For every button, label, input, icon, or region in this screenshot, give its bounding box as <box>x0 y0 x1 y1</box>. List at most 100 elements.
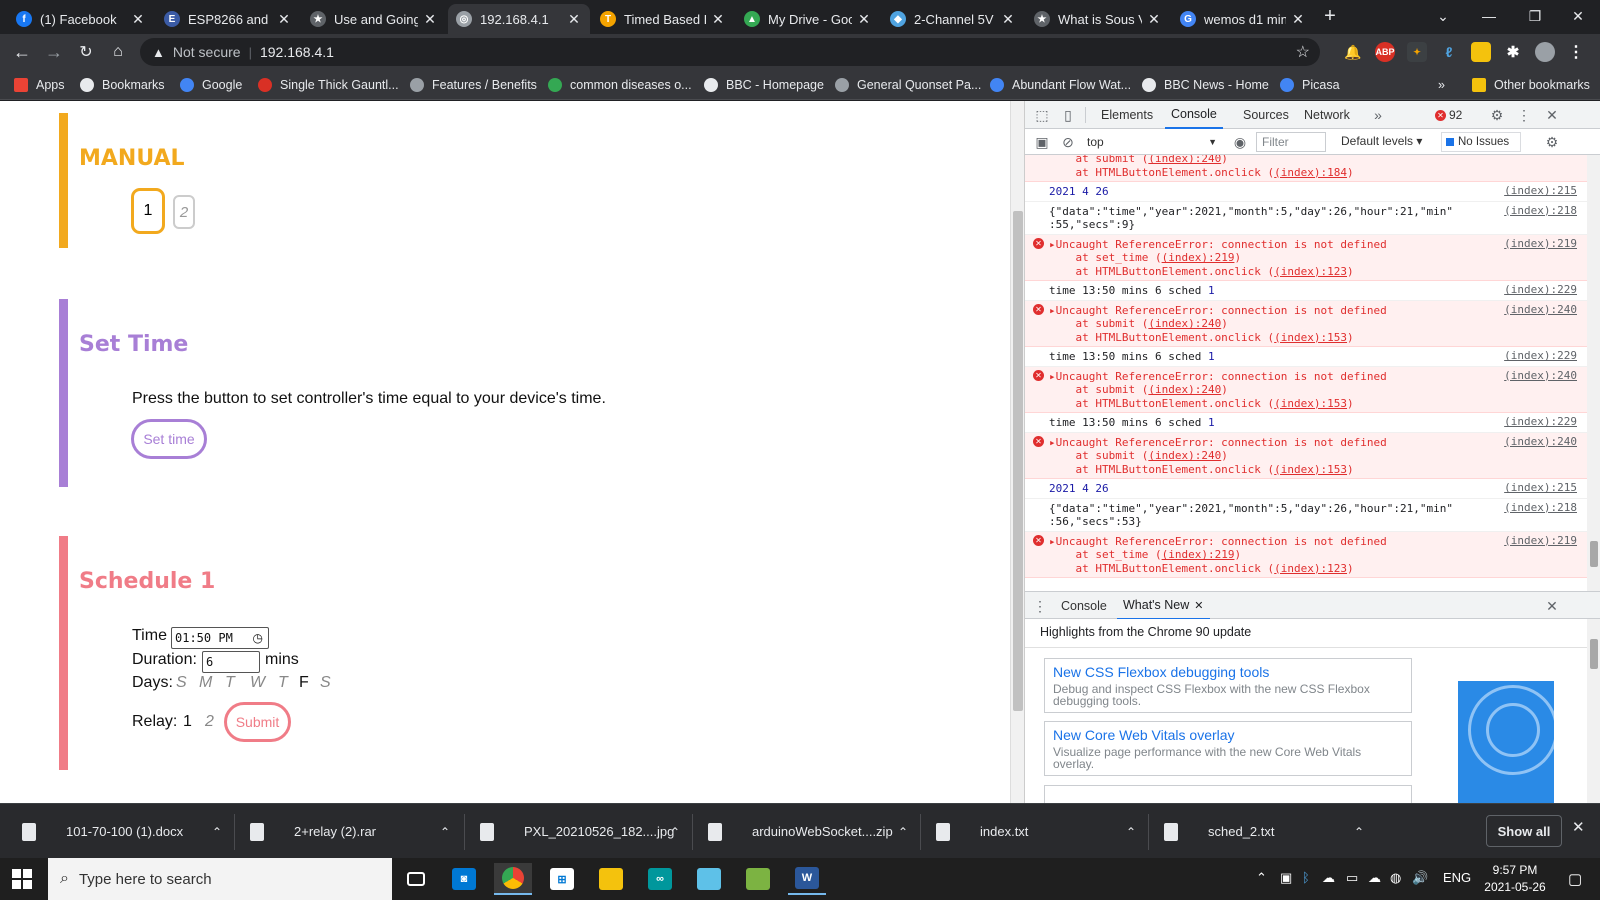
drawer-menu-icon[interactable]: ⋮ <box>1031 597 1049 615</box>
browser-tab[interactable]: ★ What is Sous Vi ✕ <box>1026 4 1170 34</box>
bookmark-item[interactable]: BBC - Homepage <box>704 76 824 94</box>
chevron-up-icon[interactable]: ⌃ <box>1354 825 1364 839</box>
set-time-button[interactable]: Set time <box>131 419 207 459</box>
tab-network[interactable]: Network <box>1304 101 1350 129</box>
console-source-link[interactable]: (index):219 <box>1504 534 1577 547</box>
battery-icon[interactable]: ▭ <box>1346 870 1358 886</box>
duration-input[interactable]: 6 <box>202 651 260 673</box>
windows-start-icon[interactable] <box>12 869 32 889</box>
download-item[interactable]: index.txt ⌃ <box>936 804 1136 859</box>
source-link[interactable]: (index):240 <box>1148 155 1221 165</box>
source-link[interactable]: (index):153 <box>1274 331 1347 344</box>
console-source-link[interactable]: (index):219 <box>1504 237 1577 250</box>
console-settings-icon[interactable]: ⚙ <box>1543 133 1561 151</box>
maximize-icon[interactable]: ❐ <box>1512 0 1558 32</box>
task-view-icon[interactable] <box>397 863 435 895</box>
console-source-link[interactable]: (index):229 <box>1504 349 1577 362</box>
bookmark-item[interactable]: BBC News - Home <box>1142 76 1269 94</box>
whats-new-card[interactable] <box>1044 785 1412 803</box>
store-icon[interactable]: ⊞ <box>543 863 581 895</box>
close-downloads-icon[interactable]: ✕ <box>1572 818 1585 836</box>
bookmark-item[interactable]: Google <box>180 76 242 94</box>
source-link[interactable]: (index):184 <box>1274 166 1347 179</box>
source-link[interactable]: (index):219 <box>1162 548 1235 561</box>
console-source-link[interactable]: (index):240 <box>1504 369 1577 382</box>
day-toggle[interactable]: M <box>199 674 212 692</box>
bookmark-item[interactable]: Single Thick Gauntl... <box>258 76 399 94</box>
bluetooth-icon[interactable]: ᛒ <box>1302 870 1310 885</box>
close-icon[interactable]: ✕ <box>1146 11 1162 28</box>
eye-icon[interactable]: ◉ <box>1231 133 1249 151</box>
gear-icon[interactable]: ⚙ <box>1488 106 1506 124</box>
show-all-button[interactable]: Show all <box>1486 815 1562 847</box>
console-source-link[interactable]: (index):215 <box>1504 184 1577 197</box>
extension-icon[interactable]: ℓ <box>1439 42 1459 62</box>
chevron-up-icon[interactable]: ⌃ <box>440 825 450 839</box>
console-source-link[interactable]: (index):240 <box>1504 303 1577 316</box>
bookmark-item[interactable]: Bookmarks <box>80 76 165 94</box>
close-icon[interactable]: ✕ <box>1543 106 1561 124</box>
close-icon[interactable]: ✕ <box>1000 11 1016 28</box>
close-icon[interactable]: ✕ <box>1194 599 1203 612</box>
page-scrollbar[interactable] <box>1010 101 1024 803</box>
bookmark-item[interactable]: Picasa <box>1280 76 1340 94</box>
download-item[interactable]: sched_2.txt ⌃ <box>1164 804 1364 859</box>
bookmark-item[interactable]: General Quonset Pa... <box>835 76 981 94</box>
browser-tab[interactable]: f (1) Facebook ✕ <box>8 4 154 34</box>
whats-new-card[interactable]: New Core Web Vitals overlay Visualize pa… <box>1044 721 1412 776</box>
camera-app-icon[interactable]: ◙ <box>445 863 483 895</box>
day-toggle[interactable]: F <box>299 674 309 692</box>
device-toolbar-icon[interactable]: ▯ <box>1059 106 1077 124</box>
onedrive-icon[interactable]: ☁ <box>1322 870 1335 886</box>
reload-icon[interactable]: ↻ <box>72 38 100 66</box>
browser-tab[interactable]: Gwemos d1 mini ✕ <box>1172 4 1314 34</box>
browser-tab[interactable]: E ESP8266 and DS✕ <box>156 4 300 34</box>
submit-button[interactable]: Submit <box>224 702 291 742</box>
log-levels-select[interactable]: Default levels ▾ <box>1341 134 1422 148</box>
manual-relay-2-button[interactable]: 2 <box>173 195 195 229</box>
filter-input[interactable]: Filter <box>1256 132 1326 152</box>
error-counter[interactable]: ✕ 92 <box>1435 106 1462 124</box>
browser-tab[interactable]: ★ Use and Going ✕ <box>302 4 446 34</box>
bookmark-item[interactable]: common diseases o... <box>548 76 692 94</box>
network-icon[interactable]: ◍ <box>1390 870 1401 886</box>
menu-dots-icon[interactable]: ⋮ <box>1515 106 1533 124</box>
clock-icon[interactable]: ◷ <box>253 631 263 645</box>
tab-sources[interactable]: Sources <box>1243 101 1289 129</box>
more-tabs-icon[interactable]: » <box>1369 106 1387 124</box>
tab-console[interactable]: Console <box>1165 101 1223 129</box>
more-bookmarks-icon[interactable]: » <box>1438 76 1445 94</box>
issues-button[interactable]: No Issues <box>1441 132 1521 152</box>
close-window-icon[interactable]: ✕ <box>1556 0 1600 32</box>
notification-icon[interactable]: ▢ <box>1568 870 1582 888</box>
tab-elements[interactable]: Elements <box>1101 101 1153 129</box>
arduino-icon[interactable]: ∞ <box>641 863 679 895</box>
download-item[interactable]: 101-70-100 (1).docx ⌃ <box>22 804 222 859</box>
day-toggle[interactable]: S <box>320 674 331 692</box>
cloud-icon[interactable]: ☁ <box>1368 870 1381 886</box>
bookmark-item[interactable]: Abundant Flow Wat... <box>990 76 1131 94</box>
browser-tab[interactable]: ◎ 192.168.4.1 ✕ <box>448 4 590 34</box>
tray-app-icon[interactable]: ▣ <box>1280 870 1292 886</box>
card-title[interactable]: New Core Web Vitals overlay <box>1053 727 1403 743</box>
volume-icon[interactable]: 🔊 <box>1412 870 1428 886</box>
word-icon[interactable]: W <box>788 863 826 895</box>
bookmark-item[interactable]: Apps <box>14 76 65 94</box>
source-link[interactable]: (index):219 <box>1162 251 1235 264</box>
relay-option-1[interactable]: 1 <box>183 713 192 731</box>
console-source-link[interactable]: (index):229 <box>1504 283 1577 296</box>
chevron-up-icon[interactable]: ⌃ <box>1126 825 1136 839</box>
avatar[interactable] <box>1535 42 1555 62</box>
download-item[interactable]: 2+relay (2).rar ⌃ <box>250 804 450 859</box>
url-text[interactable]: 192.168.4.1 <box>260 44 334 60</box>
menu-dots-icon[interactable]: ⋮ <box>1566 42 1586 62</box>
language-indicator[interactable]: ENG <box>1443 870 1471 885</box>
chevron-up-icon[interactable]: ⌃ <box>212 825 222 839</box>
spreadsheet-icon[interactable] <box>739 863 777 895</box>
day-toggle[interactable]: T <box>278 674 288 692</box>
drawer-scrollbar[interactable] <box>1587 619 1600 803</box>
inspect-element-icon[interactable]: ⬚ <box>1033 106 1051 124</box>
console-source-link[interactable]: (index):240 <box>1504 435 1577 448</box>
close-icon[interactable]: ✕ <box>566 11 582 28</box>
card-title[interactable]: New CSS Flexbox debugging tools <box>1053 664 1403 680</box>
